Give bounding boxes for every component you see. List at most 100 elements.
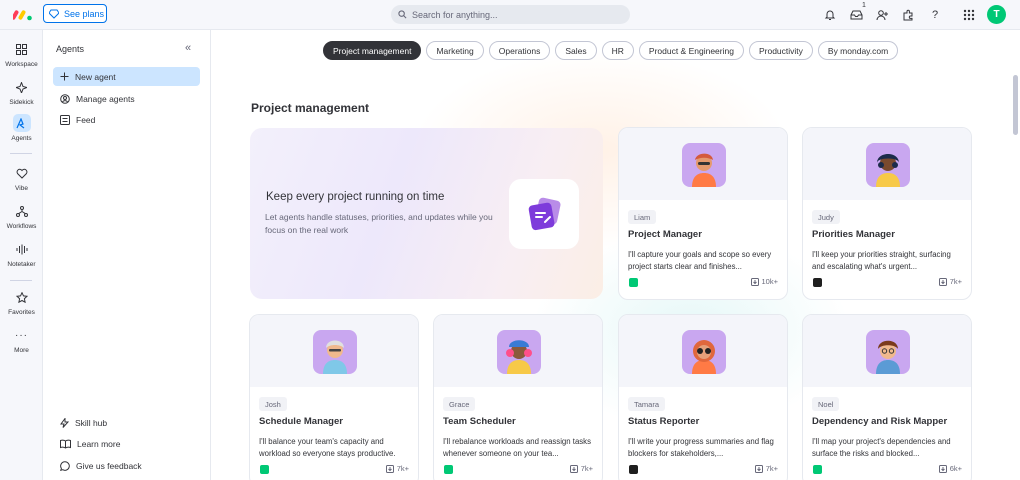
rail-label: Favorites — [8, 309, 35, 316]
rail-item-vibe[interactable]: Vibe — [0, 164, 43, 192]
agent-title: Project Manager — [628, 229, 702, 240]
rail-label: Sidekick — [9, 99, 34, 106]
feedback-icon — [60, 460, 70, 471]
integrations-icon[interactable] — [900, 6, 916, 24]
panel-item-label: Give us feedback — [76, 460, 142, 471]
hero-title: Keep every project running on time — [266, 191, 445, 203]
agent-title: Priorities Manager — [812, 229, 895, 240]
rail-item-agents[interactable]: Agents — [0, 114, 43, 142]
agent-card-dependency-risk-mapper[interactable]: Noel Dependency and Risk Mapper I'll map… — [802, 314, 972, 480]
panel-item-manage-agents[interactable]: Manage agents — [53, 89, 200, 108]
agent-avatar — [682, 330, 726, 374]
scrollbar[interactable] — [1013, 75, 1018, 135]
panel-item-skill-hub[interactable]: Skill hub — [53, 413, 200, 432]
rail-item-notetaker[interactable]: Notetaker — [0, 240, 43, 268]
app-icon — [260, 465, 269, 474]
agent-person-chip: Noel — [812, 397, 840, 411]
rail-item-favorites[interactable]: Favorites — [0, 288, 43, 316]
tab-product-engineering[interactable]: Product & Engineering — [638, 41, 744, 60]
main-content: Project management Marketing Operations … — [211, 30, 1020, 480]
search-input[interactable]: Search for anything... — [391, 5, 630, 24]
apps-grid-icon[interactable] — [961, 6, 977, 24]
help-icon[interactable]: ? — [927, 6, 943, 24]
install-count-value: 7k+ — [396, 464, 409, 473]
agent-title: Status Reporter — [628, 416, 700, 427]
section-title: Project management — [251, 101, 370, 115]
tab-project-management[interactable]: Project management — [323, 41, 422, 60]
feed-icon — [60, 114, 70, 125]
install-count: 7k+ — [385, 464, 409, 473]
sidekick-icon — [13, 78, 31, 96]
panel-item-learn-more[interactable]: Learn more — [53, 434, 200, 453]
rail-item-more[interactable]: ··· More — [0, 326, 43, 355]
task-cards-icon — [509, 179, 579, 249]
panel-item-label: Learn more — [77, 438, 121, 449]
app-icon — [629, 278, 638, 287]
star-icon — [13, 288, 31, 306]
download-icon — [938, 464, 947, 473]
tab-by-monday[interactable]: By monday.com — [817, 41, 899, 60]
agent-title: Dependency and Risk Mapper — [812, 416, 948, 427]
agent-card-priorities-manager[interactable]: Judy Priorities Manager I'll keep your p… — [802, 127, 972, 300]
rail-label: Workflows — [6, 223, 37, 230]
agents-panel: Agents « New agent Manage agents Feed Sk… — [43, 30, 211, 480]
rail-label: Vibe — [15, 185, 28, 192]
see-plans-label: See plans — [64, 8, 105, 19]
rail-item-sidekick[interactable]: Sidekick — [0, 78, 43, 106]
agent-card-schedule-manager[interactable]: Josh Schedule Manager I'll balance your … — [249, 314, 419, 480]
agent-description: I'll write your progress summaries and f… — [628, 437, 774, 458]
agent-person-chip: Josh — [259, 397, 287, 411]
left-rail: Workspace Sidekick Agents Vibe Workflows… — [0, 30, 43, 480]
download-icon — [754, 464, 763, 473]
app-icon — [629, 465, 638, 474]
agent-person-chip: Grace — [443, 397, 476, 411]
search-placeholder: Search for anything... — [412, 9, 498, 20]
search-icon — [398, 10, 407, 19]
agent-card-status-reporter[interactable]: Tamara Status Reporter I'll write your p… — [618, 314, 788, 480]
see-plans-button[interactable]: See plans — [43, 4, 107, 23]
tab-hr[interactable]: HR — [601, 41, 634, 60]
install-count: 7k+ — [569, 464, 593, 473]
download-icon — [750, 277, 759, 286]
tab-operations[interactable]: Operations — [488, 41, 551, 60]
agent-person-chip: Liam — [628, 210, 657, 224]
panel-item-label: Feed — [76, 114, 96, 125]
bell-icon[interactable] — [822, 6, 838, 24]
tab-productivity[interactable]: Productivity — [748, 41, 813, 60]
panel-item-feed[interactable]: Feed — [53, 110, 200, 129]
more-icon: ··· — [15, 329, 28, 341]
install-count-value: 7k+ — [949, 277, 962, 286]
agent-card-project-manager[interactable]: Liam Project Manager I'll capture your g… — [618, 127, 788, 300]
user-avatar[interactable]: T — [987, 5, 1006, 24]
rail-item-workspace[interactable]: Workspace — [0, 40, 43, 68]
install-count-value: 7k+ — [765, 464, 778, 473]
agent-title: Team Scheduler — [443, 416, 516, 427]
agent-avatar — [682, 143, 726, 187]
top-bar: See plans Search for anything... 1 ? T — [0, 0, 1020, 30]
panel-item-feedback[interactable]: Give us feedback — [53, 456, 200, 475]
agent-avatar — [866, 330, 910, 374]
tab-sales[interactable]: Sales — [555, 41, 597, 60]
inbox-badge: 1 — [862, 2, 866, 9]
invite-user-icon[interactable] — [874, 6, 890, 24]
book-icon — [60, 439, 71, 449]
hero-banner: Keep every project running on time Let a… — [250, 128, 603, 299]
rail-item-workflows[interactable]: Workflows — [0, 202, 43, 230]
monday-logo[interactable] — [11, 7, 33, 21]
agent-description: I'll map your project's dependencies and… — [812, 437, 951, 458]
app-icon — [813, 465, 822, 474]
collapse-panel-icon[interactable]: « — [185, 42, 191, 54]
agents-icon — [12, 114, 31, 132]
rail-divider — [10, 280, 32, 281]
agent-card-team-scheduler[interactable]: Grace Team Scheduler I'll rebalance work… — [433, 314, 603, 480]
panel-item-new-agent[interactable]: New agent — [53, 67, 200, 86]
rail-divider — [10, 153, 32, 154]
install-count: 10k+ — [750, 277, 778, 286]
download-icon — [385, 464, 394, 473]
agent-description: I'll capture your goals and scope so eve… — [628, 250, 772, 271]
app-icon — [444, 465, 453, 474]
tab-marketing[interactable]: Marketing — [426, 41, 484, 60]
install-count-value: 10k+ — [761, 277, 778, 286]
user-circle-icon — [60, 93, 70, 104]
agent-avatar — [497, 330, 541, 374]
